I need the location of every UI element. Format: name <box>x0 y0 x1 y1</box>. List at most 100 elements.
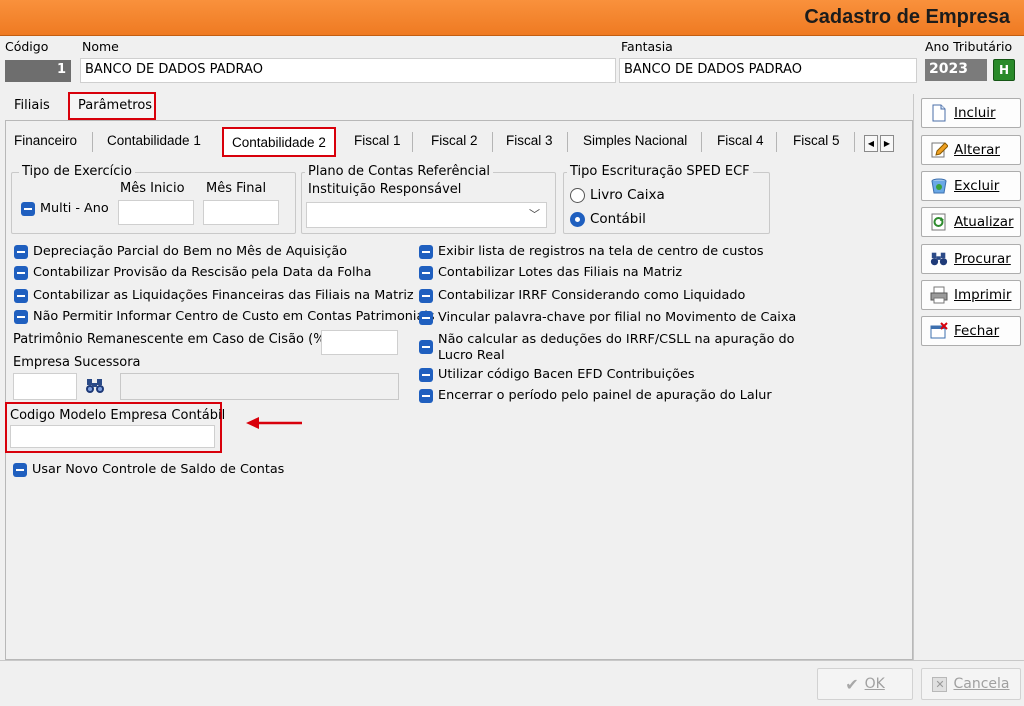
encerrar-lalur-checkbox[interactable]: Encerrar o período pelo painel de apuraç… <box>419 388 772 404</box>
tab-filiais[interactable]: Filiais <box>6 94 56 121</box>
subtab-fiscal-5[interactable]: Fiscal 5 <box>785 128 848 155</box>
codigo-label: Código <box>5 39 49 54</box>
bacen-efd-checkbox[interactable]: Utilizar código Bacen EFD Contribuições <box>419 367 694 383</box>
lotes-filiais-checkbox[interactable]: Contabilizar Lotes das Filiais na Matriz <box>419 265 682 281</box>
ano-tributario-field[interactable]: 2023 <box>925 59 987 81</box>
checkbox-label: Contabilizar as Liquidações Financeiras … <box>33 288 414 303</box>
cancela-button[interactable]: ✕ Cancela <box>921 668 1021 700</box>
tab-separator <box>412 132 413 152</box>
tab-separator <box>567 132 568 152</box>
mes-final-field[interactable] <box>203 200 279 225</box>
centro-custo-patrimoniais-checkbox[interactable]: Não Permitir Informar Centro de Custo em… <box>14 309 435 325</box>
tab-separator <box>854 132 855 152</box>
new-document-icon <box>930 104 948 122</box>
checkbox-icon <box>419 245 433 259</box>
chevron-down-icon: ﹀ <box>529 208 540 221</box>
close-window-icon <box>930 322 948 340</box>
liquidacoes-filiais-checkbox[interactable]: Contabilizar as Liquidações Financeiras … <box>14 288 414 304</box>
imprimir-label: Imprimir <box>954 287 1012 303</box>
livro-caixa-radio[interactable]: Livro Caixa <box>570 187 665 203</box>
checkbox-icon <box>419 289 433 303</box>
palavra-chave-checkbox[interactable]: Vincular palavra-chave por filial no Mov… <box>419 310 796 326</box>
empresa-sucessora-code-field[interactable] <box>13 373 77 400</box>
livro-caixa-label: Livro Caixa <box>590 187 665 203</box>
contabil-radio[interactable]: Contábil <box>570 211 646 227</box>
checkbox-icon <box>13 463 27 477</box>
alterar-label: Alterar <box>954 142 1000 158</box>
irrf-liquidado-checkbox[interactable]: Contabilizar IRRF Considerando como Liqu… <box>419 288 745 304</box>
checkbox-icon <box>419 389 433 403</box>
radio-selected-icon <box>570 211 585 227</box>
fechar-label: Fechar <box>954 323 1000 339</box>
subtab-contabilidade-1[interactable]: Contabilidade 1 <box>99 128 209 155</box>
help-icon[interactable]: H <box>993 59 1015 81</box>
subtab-simples-nacional[interactable]: Simples Nacional <box>575 128 695 155</box>
tab-separator <box>92 132 93 152</box>
incluir-button[interactable]: Incluir <box>921 98 1021 128</box>
plano-contas-title: Plano de Contas Referêncial <box>305 164 494 179</box>
tab-separator <box>776 132 777 152</box>
checkbox-label: Contabilizar Provisão da Rescisão pela D… <box>33 265 372 280</box>
tab-separator <box>701 132 702 152</box>
codigo-modelo-field[interactable] <box>10 425 215 448</box>
fantasia-field[interactable]: BANCO DE DADOS PADRAO <box>619 58 917 83</box>
checkbox-label: Exibir lista de registros na tela de cen… <box>438 244 764 259</box>
fechar-button[interactable]: Fechar <box>921 316 1021 346</box>
checkbox-label: Encerrar o período pelo painel de apuraç… <box>438 388 772 403</box>
alterar-button[interactable]: Alterar <box>921 135 1021 165</box>
red-arrow-icon <box>246 416 304 434</box>
incluir-label: Incluir <box>954 105 996 121</box>
provisao-rescisao-checkbox[interactable]: Contabilizar Provisão da Rescisão pela D… <box>14 265 372 281</box>
mes-inicio-field[interactable] <box>118 200 194 225</box>
empresa-sucessora-name-field <box>120 373 399 400</box>
ano-tributario-label: Ano Tributário <box>925 39 1013 54</box>
usar-novo-controle-checkbox[interactable]: Usar Novo Controle de Saldo de Contas <box>13 462 284 478</box>
multi-ano-label: Multi - Ano <box>40 201 109 216</box>
subtab-fiscal-1[interactable]: Fiscal 1 <box>346 128 409 155</box>
imprimir-button[interactable]: Imprimir <box>921 280 1021 310</box>
excluir-label: Excluir <box>954 178 1000 194</box>
mes-final-label: Mês Final <box>206 181 267 196</box>
subtab-fiscal-4[interactable]: Fiscal 4 <box>709 128 772 155</box>
atualizar-button[interactable]: Atualizar <box>921 207 1021 237</box>
tab-scroll-left-icon[interactable]: ◀ <box>864 135 878 152</box>
checkbox-icon <box>21 202 35 216</box>
fantasia-label: Fantasia <box>621 39 673 54</box>
recycle-bin-icon <box>930 177 948 195</box>
tab-parametros[interactable]: Parâmetros <box>68 92 156 120</box>
ok-label: OK <box>864 676 885 692</box>
sped-title: Tipo Escrituração SPED ECF <box>567 164 753 179</box>
codigo-modelo-label: Codigo Modelo Empresa Contábil <box>10 408 226 423</box>
subtab-contabilidade-2[interactable]: Contabilidade 2 <box>222 127 336 157</box>
nome-field[interactable]: BANCO DE DADOS PADRAO <box>80 58 616 83</box>
subtab-fiscal-2[interactable]: Fiscal 2 <box>423 128 486 155</box>
excluir-button[interactable]: Excluir <box>921 171 1021 201</box>
radio-icon <box>570 187 585 203</box>
binoculars-icon[interactable] <box>85 377 105 399</box>
patrimonio-field[interactable] <box>321 330 398 355</box>
printer-icon <box>930 286 948 304</box>
checkbox-label: Utilizar código Bacen EFD Contribuições <box>438 367 695 382</box>
multi-ano-checkbox[interactable]: Multi - Ano <box>21 201 109 217</box>
procurar-label: Procurar <box>954 251 1011 267</box>
subtab-fiscal-3[interactable]: Fiscal 3 <box>498 128 561 155</box>
deducoes-irrf-checkbox[interactable]: Não calcular as deduções do IRRF/CSLL na… <box>419 332 809 364</box>
depreciacao-checkbox[interactable]: Depreciação Parcial do Bem no Mês de Aqu… <box>14 244 347 260</box>
instituicao-select[interactable]: ﹀ <box>306 202 547 228</box>
checkbox-icon <box>419 311 433 325</box>
sidebar-divider <box>913 94 914 660</box>
mes-inicio-label: Mês Inicio <box>120 181 185 196</box>
tab-separator <box>492 132 493 152</box>
patrimonio-label: Patrimônio Remanescente em Caso de Cisão… <box>13 332 335 347</box>
checkmark-icon: ✔ <box>845 674 859 694</box>
checkbox-icon <box>14 266 28 280</box>
exibir-lista-checkbox[interactable]: Exibir lista de registros na tela de cen… <box>419 244 764 260</box>
checkbox-label: Vincular palavra-chave por filial no Mov… <box>438 310 797 325</box>
tab-scroll-right-icon[interactable]: ▶ <box>880 135 894 152</box>
subtab-financeiro[interactable]: Financeiro <box>6 128 85 155</box>
checkbox-label: Contabilizar Lotes das Filiais na Matriz <box>438 265 683 280</box>
procurar-button[interactable]: Procurar <box>921 244 1021 274</box>
ok-button[interactable]: ✔ OK <box>817 668 913 700</box>
codigo-field[interactable]: 1 <box>5 60 71 82</box>
checkbox-icon <box>419 340 433 354</box>
